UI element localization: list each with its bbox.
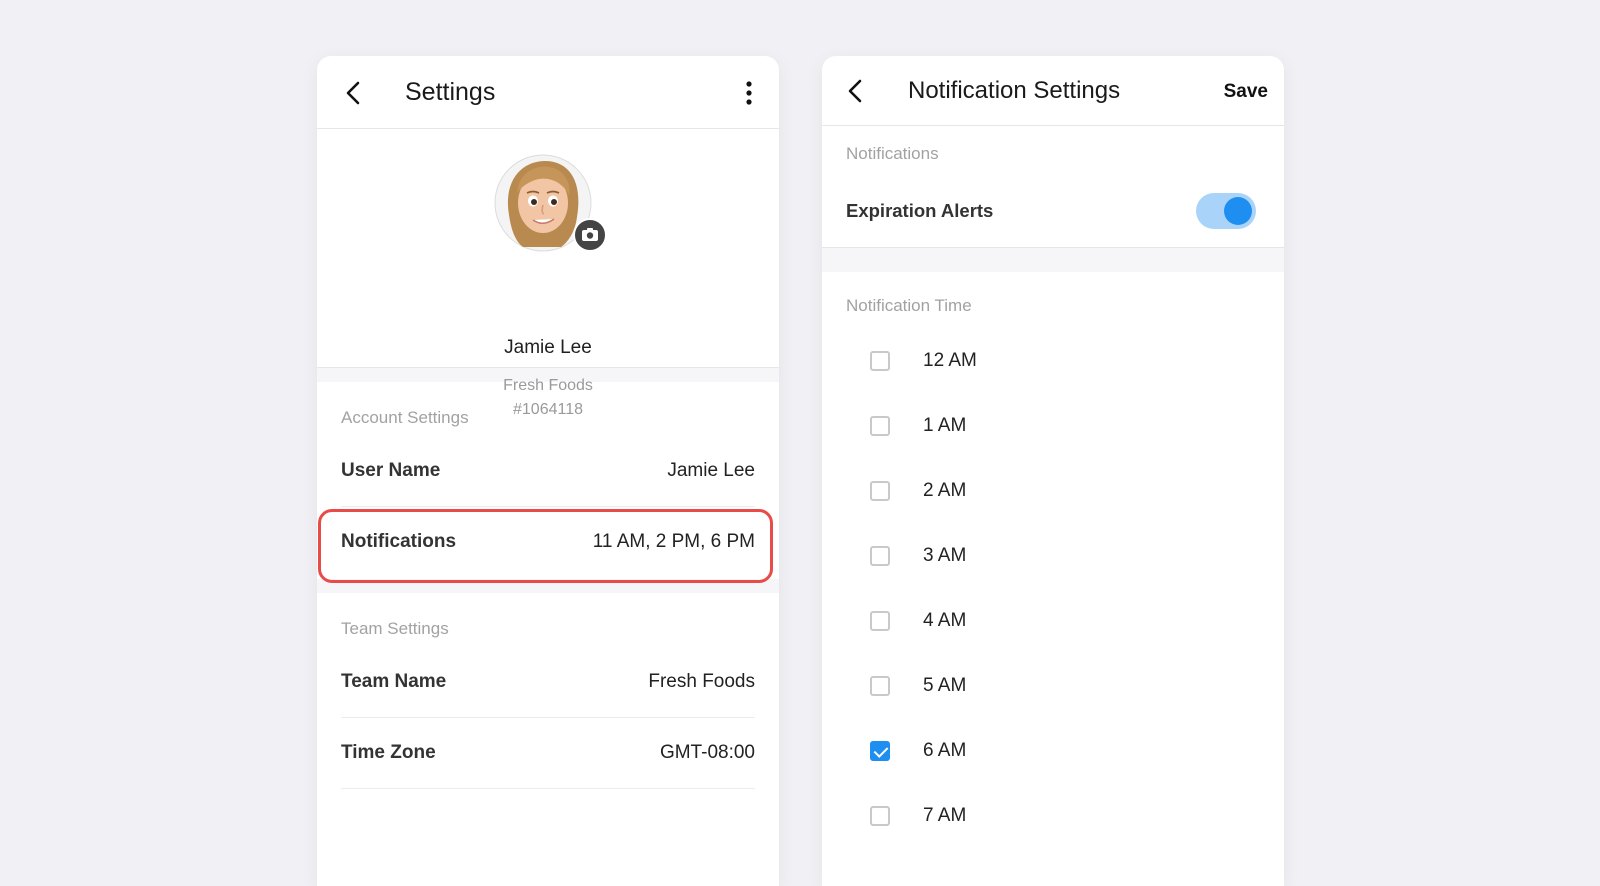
back-arrow-icon[interactable]: [842, 77, 870, 105]
checkbox-checked[interactable]: [870, 741, 890, 761]
row-value: 11 AM, 2 PM, 6 PM: [592, 531, 755, 552]
time-option-6-am[interactable]: 6 AM: [870, 736, 966, 766]
more-options-icon[interactable]: [737, 80, 761, 106]
time-option-label: 3 AM: [923, 545, 967, 566]
section-label: Notification Time: [846, 296, 972, 315]
notifications-row[interactable]: Notifications 11 AM, 2 PM, 6 PM: [341, 507, 755, 577]
time-option-label: 4 AM: [923, 610, 967, 631]
row-key: User Name: [341, 460, 441, 481]
time-option-12-am[interactable]: 12 AM: [870, 346, 977, 376]
row-key: Time Zone: [341, 742, 436, 763]
page-title: Notification Settings: [908, 77, 1121, 104]
team-name-row[interactable]: Team Name Fresh Foods: [341, 647, 755, 718]
time-option-3-am[interactable]: 3 AM: [870, 541, 966, 571]
time-option-label: 2 AM: [923, 480, 967, 501]
time-option-label: 1 AM: [923, 415, 967, 436]
team-settings-section: Team Settings Team Name Fresh Foods Time…: [317, 593, 779, 789]
time-zone-row[interactable]: Time Zone GMT-08:00: [341, 718, 755, 789]
expiration-alerts-toggle[interactable]: [1196, 193, 1256, 229]
notification-settings-header: Notification Settings Save: [822, 56, 1284, 126]
section-divider: [317, 579, 779, 593]
profile-organization: Fresh Foods: [503, 377, 593, 394]
row-value: GMT-08:00: [659, 742, 755, 763]
section-divider: [822, 247, 1284, 272]
settings-screen: Settings Jamie Lee Fresh Foods #1064118 …: [317, 56, 779, 886]
checkbox-unchecked[interactable]: [870, 806, 890, 826]
page-title: Settings: [405, 78, 496, 106]
save-button[interactable]: Save: [1224, 81, 1268, 103]
row-value: Fresh Foods: [648, 671, 755, 692]
row-key: Notifications: [341, 531, 457, 552]
checkbox-unchecked[interactable]: [870, 546, 890, 566]
checkbox-unchecked[interactable]: [870, 481, 890, 501]
settings-header: Settings: [317, 56, 779, 129]
profile-card: Jamie Lee Fresh Foods #1064118: [317, 129, 779, 418]
row-key: Team Name: [341, 671, 447, 692]
row-value: Jamie Lee: [667, 460, 755, 481]
checkbox-unchecked[interactable]: [870, 351, 890, 371]
profile-name: Jamie Lee: [504, 337, 592, 358]
avatar-image: [494, 154, 607, 252]
time-option-7-am[interactable]: 7 AM: [870, 801, 966, 831]
expiration-alerts-label: Expiration Alerts: [846, 200, 994, 221]
back-arrow-icon[interactable]: [339, 78, 369, 108]
time-option-5-am[interactable]: 5 AM: [870, 671, 966, 701]
expiration-alerts-row: Expiration Alerts: [846, 191, 1256, 231]
user-name-row[interactable]: User Name Jamie Lee: [341, 436, 755, 507]
section-label: Notifications: [846, 144, 939, 163]
time-option-1-am[interactable]: 1 AM: [870, 411, 966, 441]
time-option-label: 7 AM: [923, 805, 967, 826]
time-option-label: 12 AM: [923, 350, 977, 371]
profile-id: #1064118: [513, 401, 583, 418]
time-option-4-am[interactable]: 4 AM: [870, 606, 966, 636]
checkbox-unchecked[interactable]: [870, 676, 890, 696]
checkbox-unchecked[interactable]: [870, 416, 890, 436]
notification-settings-screen: Notification Settings Save Notifications…: [822, 56, 1284, 886]
toggle-knob: [1224, 197, 1252, 225]
avatar[interactable]: [493, 153, 607, 253]
section-label: Team Settings: [341, 619, 449, 638]
time-option-label: 5 AM: [923, 675, 967, 696]
time-option-label: 6 AM: [923, 740, 967, 761]
time-option-2-am[interactable]: 2 AM: [870, 476, 966, 506]
checkbox-unchecked[interactable]: [870, 611, 890, 631]
